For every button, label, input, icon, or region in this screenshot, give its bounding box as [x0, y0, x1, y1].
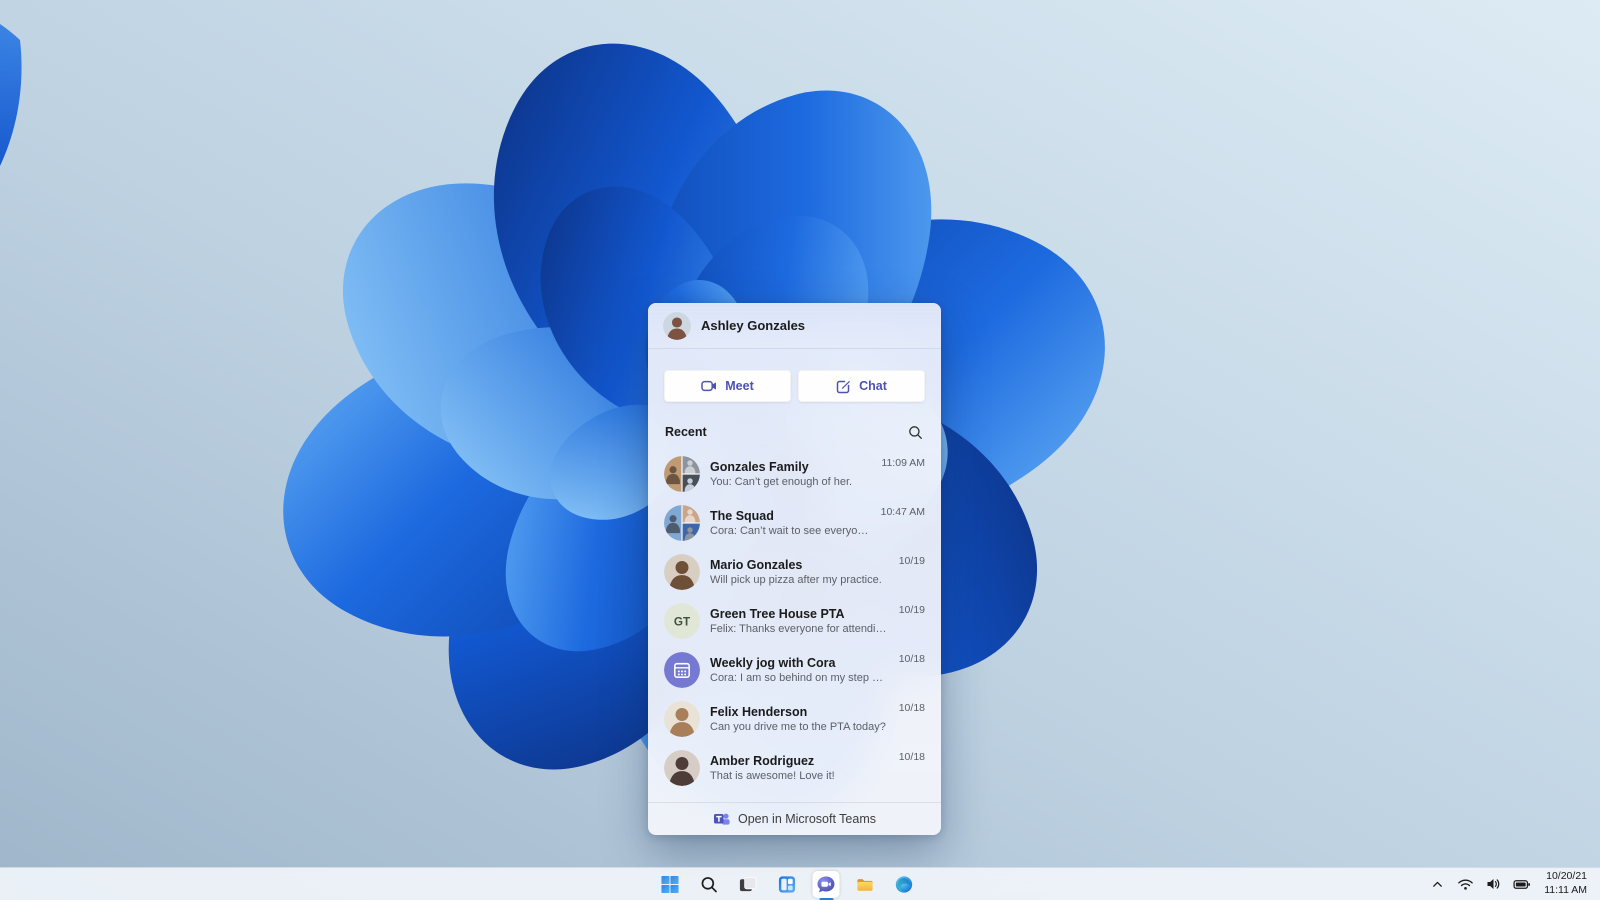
- start-button[interactable]: [657, 871, 684, 898]
- battery-tray-button[interactable]: [1512, 875, 1531, 894]
- conversation-timestamp: 10/18: [898, 751, 925, 763]
- quick-actions: Meet Chat: [648, 349, 941, 402]
- conversation-timestamp: 10:47 AM: [880, 506, 925, 518]
- microsoft-teams-icon: [713, 813, 730, 825]
- conversation-avatar: [664, 504, 700, 541]
- conversation-timestamp: 10/19: [898, 604, 925, 616]
- compose-icon: [836, 380, 851, 393]
- conversation-name: Green Tree House PTA: [710, 606, 845, 621]
- widgets-icon: [778, 875, 796, 893]
- conversation-row[interactable]: The Squad Cora: Can’t wait to see everyo…: [656, 498, 933, 547]
- conversation-name: Felix Henderson: [710, 704, 808, 719]
- teams-chat-flyout: Ashley Gonzales Meet Chat Recent Gonzale…: [648, 303, 941, 835]
- speaker-icon: [1487, 879, 1500, 889]
- chevron-up-icon: [1433, 881, 1443, 887]
- chat-button[interactable]: Chat: [798, 370, 925, 402]
- conversation-row[interactable]: Amber Rodriguez That is awesome! Love it…: [656, 743, 933, 792]
- teams-chat-icon: [817, 875, 835, 892]
- search-taskbar-button[interactable]: [696, 871, 723, 898]
- conversation-name: The Squad: [710, 508, 774, 523]
- conversation-preview: That is awesome! Love it!: [710, 769, 835, 782]
- microsoft-edge-icon: [895, 875, 913, 893]
- taskbar-center-icons: [657, 868, 918, 900]
- conversation-preview: You: Can’t get enough of her.: [710, 475, 853, 488]
- conversation-avatar: [664, 651, 700, 688]
- wifi-tray-button[interactable]: [1456, 875, 1475, 894]
- user-avatar: [663, 311, 691, 340]
- conversation-row[interactable]: Gonzales Family You: Can’t get enough of…: [656, 449, 933, 498]
- conversation-preview: Will pick up pizza after my practice.: [710, 573, 882, 586]
- volume-tray-button[interactable]: [1484, 875, 1503, 894]
- conversation-row[interactable]: Mario Gonzales Will pick up pizza after …: [656, 547, 933, 596]
- recent-title: Recent: [665, 425, 707, 439]
- conversation-avatar: GT: [664, 602, 700, 639]
- hidden-icons-chevron-button[interactable]: [1428, 875, 1447, 894]
- conversation-row[interactable]: Weekly jog with Cora Cora: I am so behin…: [656, 645, 933, 694]
- conversation-name: Gonzales Family: [710, 459, 809, 474]
- conversation-row[interactable]: GT Green Tree House PTA Felix: Thanks ev…: [656, 596, 933, 645]
- conversation-timestamp: 11:09 AM: [881, 457, 925, 469]
- battery-icon: [1513, 879, 1530, 889]
- video-camera-icon: [701, 380, 717, 392]
- conversation-name: Mario Gonzales: [710, 557, 803, 572]
- profile-header[interactable]: Ashley Gonzales: [648, 303, 941, 349]
- open-in-teams-button[interactable]: Open in Microsoft Teams: [648, 802, 941, 835]
- conversation-timestamp: 10/18: [898, 702, 925, 714]
- conversation-avatar: [664, 553, 700, 590]
- file-explorer-folder-icon: [857, 878, 873, 891]
- chat-taskbar-button[interactable]: [812, 870, 840, 898]
- widgets-button[interactable]: [774, 871, 801, 898]
- wifi-icon: [1458, 879, 1474, 890]
- system-tray: 10/20/21 11:11 AM: [1428, 868, 1600, 900]
- user-name: Ashley Gonzales: [701, 318, 806, 333]
- windows-start-icon: [661, 875, 679, 893]
- conversation-preview: Felix: Thanks everyone for attending tod…: [710, 622, 889, 635]
- open-in-teams-label: Open in Microsoft Teams: [737, 812, 877, 826]
- edge-browser-button[interactable]: [891, 871, 918, 898]
- search-icon: [701, 876, 717, 892]
- meet-button[interactable]: Meet: [664, 370, 791, 402]
- conversation-timestamp: 10/18: [898, 653, 925, 665]
- conversation-preview: Can you drive me to the PTA today?: [710, 720, 886, 733]
- svg-text:GT: GT: [674, 615, 691, 628]
- conversation-avatar: [664, 700, 700, 737]
- tray-time: 11:11 AM: [1544, 884, 1587, 896]
- taskbar: 10/20/21 11:11 AM: [0, 867, 1600, 900]
- file-explorer-button[interactable]: [852, 871, 879, 898]
- recent-section-header: Recent: [648, 402, 941, 447]
- conversation-name: Amber Rodriguez: [710, 753, 815, 768]
- task-view-icon: [739, 876, 757, 891]
- task-view-button[interactable]: [735, 871, 762, 898]
- desktop: Ashley Gonzales Meet Chat Recent Gonzale…: [0, 0, 1600, 900]
- conversation-avatar: [664, 749, 700, 786]
- clock-date-time[interactable]: 10/20/21 11:11 AM: [1540, 870, 1587, 897]
- meet-button-label: Meet: [725, 379, 754, 393]
- conversation-preview: Cora: Can’t wait to see everyone!: [710, 524, 871, 537]
- conversation-avatar: [664, 455, 700, 492]
- conversation-row[interactable]: Felix Henderson Can you drive me to the …: [656, 694, 933, 743]
- tray-date: 10/20/21: [1546, 870, 1587, 883]
- search-icon: [908, 425, 922, 439]
- chat-button-label: Chat: [859, 379, 887, 393]
- conversation-timestamp: 10/19: [898, 555, 925, 567]
- search-button[interactable]: [906, 423, 924, 441]
- conversation-preview: Cora: I am so behind on my step goals.: [710, 671, 889, 684]
- conversation-name: Weekly jog with Cora: [710, 655, 836, 670]
- recent-conversation-list: Gonzales Family You: Can’t get enough of…: [648, 447, 941, 802]
